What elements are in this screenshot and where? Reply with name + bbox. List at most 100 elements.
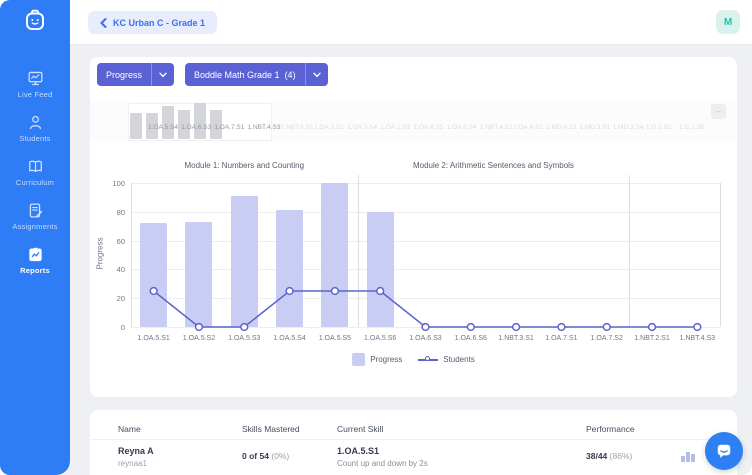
student-name: Reyna A xyxy=(118,446,154,456)
course-dropdown[interactable]: Boddle Math Grade 1 (4) xyxy=(185,63,328,86)
sidebar-item-label: Live Feed xyxy=(18,90,53,99)
sidebar-item-live-feed[interactable]: Live Feed xyxy=(0,62,70,106)
skill-strip-label: 1.MD.3.S4 xyxy=(613,124,646,131)
x-axis-tick: 1.NBT.2.S1 xyxy=(629,335,674,342)
skill-strip-bar xyxy=(130,113,142,139)
x-axis-tick: 1.OA.5.S1 xyxy=(131,335,176,342)
x-axis-tick: 1.NBT.4.S3 xyxy=(675,335,720,342)
y-axis-tick: 0 xyxy=(99,323,125,332)
skill-strip-label: 1.NBT.6.S1 xyxy=(281,124,314,131)
progress-dropdown-label: Progress xyxy=(97,70,151,80)
chevron-down-icon xyxy=(305,63,328,86)
progress-dropdown[interactable]: Progress xyxy=(97,63,174,86)
students-data-point xyxy=(286,288,293,295)
skill-strip: 1.OA.5.S41.OA.6.S31.OA.7.S11.NBT.4.S31.N… xyxy=(90,102,737,142)
y-axis-tick: 20 xyxy=(99,294,125,303)
back-button[interactable]: KC Urban C - Grade 1 xyxy=(88,11,217,34)
course-dropdown-count: (4) xyxy=(285,70,296,80)
progress-report-card: Progress Boddle Math Grade 1 (4) 1.OA.5.… xyxy=(90,57,737,397)
y-axis-tick: 100 xyxy=(99,179,125,188)
x-axis-tick: 1.OA.6.S6 xyxy=(448,335,493,342)
chart-plot-area: 020406080100 xyxy=(131,183,720,327)
students-line xyxy=(131,183,720,327)
legend-bar-swatch-icon xyxy=(352,353,365,366)
legend-line-swatch-icon xyxy=(418,355,438,365)
col-header-current-skill: Current Skill xyxy=(337,424,383,434)
sidebar-nav: Live Feed Students Curriculum xyxy=(0,62,70,282)
y-axis-tick: 80 xyxy=(99,208,125,217)
students-data-point xyxy=(377,288,384,295)
skill-strip-label: 1.OA.6.S5 xyxy=(414,124,447,131)
skill-strip-label: 1.G.1.S2 xyxy=(646,124,679,131)
current-skill-code: 1.OA.5.S1 xyxy=(337,446,428,456)
skill-strip-label: 1.NBT.4.S3 xyxy=(248,124,281,131)
skill-strip-label: 1.OA.5.S4 xyxy=(148,124,181,131)
live-feed-icon xyxy=(27,70,44,87)
sidebar-item-label: Curriculum xyxy=(16,178,54,187)
current-skill-cell: 1.OA.5.S1 Count up and down by 2s xyxy=(337,446,428,468)
chevron-down-icon xyxy=(151,63,174,86)
x-axis-tick: 1.OA.5.S4 xyxy=(267,335,312,342)
chat-bubble-button[interactable] xyxy=(705,432,743,470)
reports-icon xyxy=(27,246,44,263)
x-axis-tick: 1.OA.6.S3 xyxy=(403,335,448,342)
skill-strip-label: 1.OA.3.S4 xyxy=(347,124,380,131)
legend-item-students: Students xyxy=(418,355,475,365)
sidebar-item-curriculum[interactable]: Curriculum xyxy=(0,150,70,194)
y-axis-label: Progress xyxy=(96,182,105,326)
students-data-point xyxy=(649,324,656,331)
skill-strip-label: 1.OA.7.S1 xyxy=(214,124,247,131)
students-data-point xyxy=(331,288,338,295)
module-title: Module 2: Arithmetic Sentences and Symbo… xyxy=(413,161,574,170)
table-header-divider xyxy=(90,439,737,440)
skill-strip-label: 1.G.1.S5 xyxy=(679,124,712,131)
assignments-icon xyxy=(27,202,44,219)
chat-icon xyxy=(714,441,734,461)
curriculum-icon xyxy=(27,158,44,175)
y-axis-tick: 40 xyxy=(99,265,125,274)
student-report-chart-icon[interactable] xyxy=(681,452,695,462)
students-data-point xyxy=(513,324,520,331)
back-button-label: KC Urban C - Grade 1 xyxy=(113,18,205,28)
module-title: Module 1: Numbers and Counting xyxy=(184,161,304,170)
skill-strip-label: 1.OA.6.S4 xyxy=(447,124,480,131)
sidebar-item-label: Reports xyxy=(20,266,50,275)
sidebar-item-students[interactable]: Students xyxy=(0,106,70,150)
students-data-point xyxy=(196,324,203,331)
student-username: reynaa1 xyxy=(118,459,154,468)
students-data-point xyxy=(241,324,248,331)
skill-strip-label: 1.OA.4.S2 xyxy=(513,124,546,131)
student-name-cell[interactable]: Reyna A reynaa1 xyxy=(118,446,154,468)
students-icon xyxy=(27,114,44,131)
students-data-point xyxy=(422,324,429,331)
boddle-logo-icon[interactable] xyxy=(22,7,48,33)
plot-edge-line xyxy=(720,183,721,327)
legend-label: Progress xyxy=(370,355,402,364)
chart-legend: Progress Students xyxy=(90,353,737,366)
current-skill-desc: Count up and down by 2s xyxy=(337,459,428,468)
sidebar-item-reports[interactable]: Reports xyxy=(0,238,70,282)
skill-strip-label: 1.MD.4.S1 xyxy=(546,124,579,131)
students-data-point xyxy=(150,288,157,295)
skill-strip-label: 1.OA.3.S1 xyxy=(314,124,347,131)
students-table: Name Skills Mastered Current Skill Perfo… xyxy=(90,410,737,475)
x-axis-tick: 1.OA.5.S3 xyxy=(222,335,267,342)
col-header-skills-mastered: Skills Mastered xyxy=(242,424,300,434)
x-axis-tick: 1.OA.5.S6 xyxy=(358,335,403,342)
sidebar-item-assignments[interactable]: Assignments xyxy=(0,194,70,238)
strip-collapse-label: – xyxy=(716,107,720,116)
performance-cell: 38/44 (86%) xyxy=(586,451,632,461)
x-axis-tick: 1.OA.7.S1 xyxy=(539,335,584,342)
legend-item-progress: Progress xyxy=(352,353,402,366)
sidebar-item-label: Students xyxy=(19,134,50,143)
strip-collapse-button[interactable]: – xyxy=(711,104,726,119)
skill-strip-labels: 1.OA.5.S41.OA.6.S31.OA.7.S11.NBT.4.S31.N… xyxy=(148,124,712,131)
skill-strip-bar xyxy=(162,106,174,139)
col-header-performance: Performance xyxy=(586,424,635,434)
students-data-point xyxy=(603,324,610,331)
students-data-point xyxy=(558,324,565,331)
skill-strip-label: 1.OA.1.S3 xyxy=(380,124,413,131)
user-avatar[interactable]: M xyxy=(716,10,740,34)
skill-strip-label: 1.MD.3.S1 xyxy=(579,124,612,131)
x-axis-tick: 1.OA.5.S2 xyxy=(176,335,221,342)
